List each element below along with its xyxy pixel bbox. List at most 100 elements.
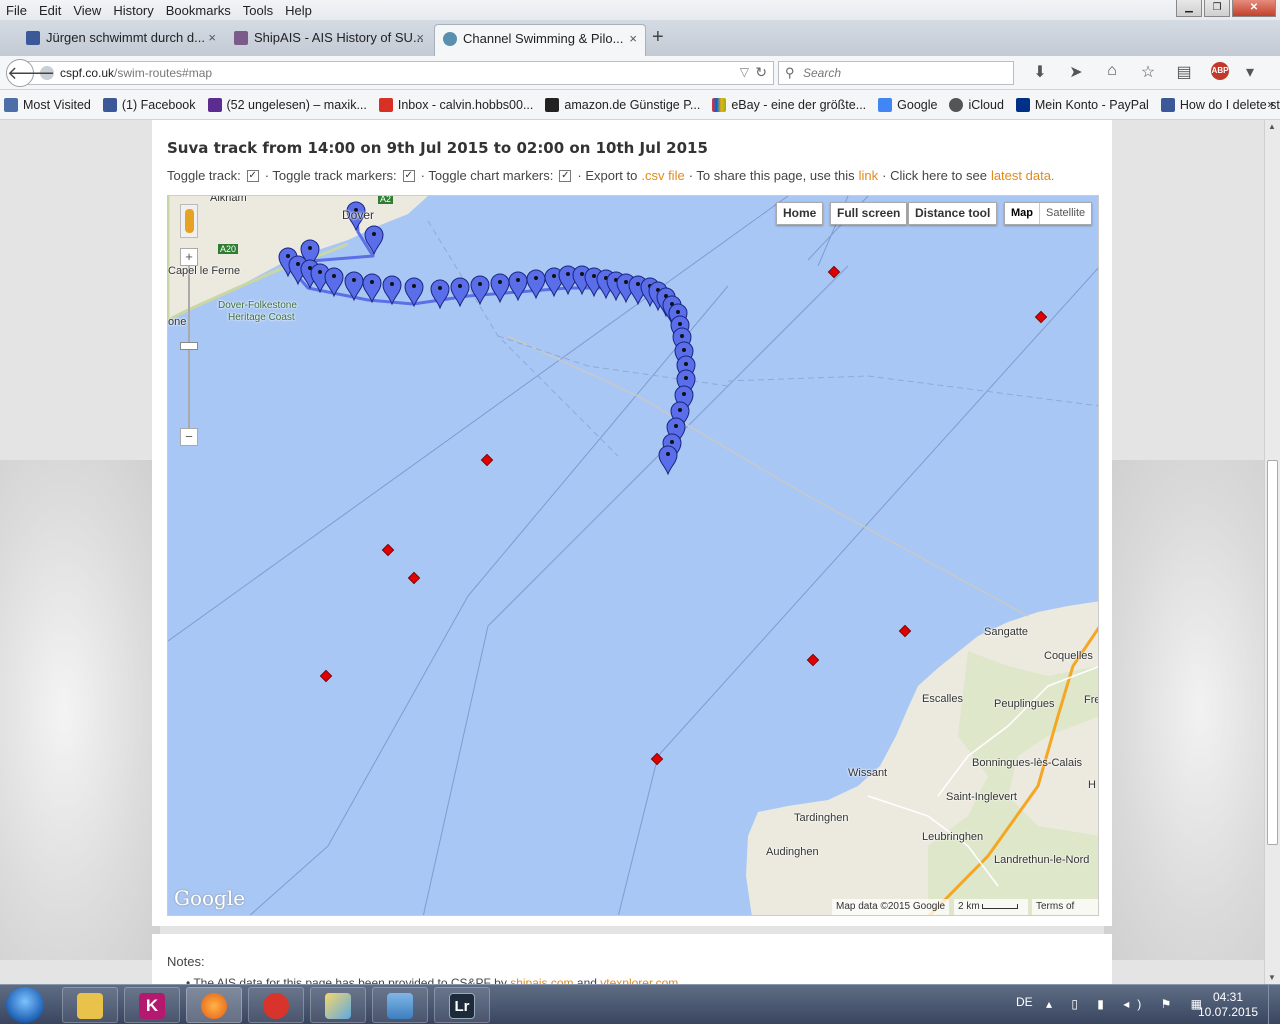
zoom-slider-thumb[interactable] (180, 342, 198, 350)
bookmark-amazon[interactable]: amazon.de Günstige P... (545, 97, 700, 112)
bookmark-most-visited[interactable]: Most Visited (4, 97, 91, 112)
taskbar-clock[interactable]: 04:31 10.07.2015 (1196, 990, 1260, 1020)
map-canvas[interactable]: + − Home Full screen Distance tool Map S… (167, 195, 1099, 916)
adblock-icon[interactable]: ABP (1211, 62, 1229, 80)
map-home-button[interactable]: Home (776, 202, 824, 225)
taskbar-firefox[interactable] (186, 987, 242, 1023)
toggle-track-checkbox[interactable]: ✓ (246, 169, 259, 182)
bookmark-yahoo-mail[interactable]: (52 ungelesen) – maxik... (207, 97, 367, 112)
tab-channel-swimming[interactable]: Channel Swimming & Pilo... × (434, 24, 646, 56)
url-bar[interactable]: cspf.co.uk/swim-routes#map ▽ ↻ (20, 61, 774, 85)
send-icon[interactable]: ➤ (1058, 62, 1094, 82)
place-label: Bonningues-lès-Calais (972, 757, 1083, 769)
reload-icon[interactable]: ↻ (755, 64, 767, 81)
search-input[interactable]: ⚲ Search (778, 61, 1014, 85)
taskbar-lightroom[interactable]: Lr (434, 987, 490, 1023)
tab-shipais[interactable]: ShipAIS - AIS History of SU... × (226, 24, 432, 56)
map-type-satellite[interactable]: Satellite (1040, 203, 1091, 224)
map-fullscreen-button[interactable]: Full screen (830, 202, 908, 225)
bookmark-star-icon[interactable]: ☆ (1130, 62, 1166, 82)
menu-file[interactable]: File (0, 3, 33, 18)
close-window-button[interactable]: ✕ (1232, 0, 1276, 17)
place-label: Leubringhen (922, 831, 984, 843)
track-marker[interactable] (526, 269, 546, 300)
close-tab-icon[interactable]: × (629, 25, 637, 53)
zoom-out-button[interactable]: − (180, 428, 198, 446)
chart-marker[interactable] (407, 571, 421, 585)
vtexplorer-link[interactable]: vtexplorer.com (600, 976, 678, 984)
menu-bookmarks[interactable]: Bookmarks (160, 3, 237, 18)
taskbar-kobo[interactable]: K (124, 987, 180, 1023)
shipais-link[interactable]: shipais.com (510, 976, 573, 984)
maximize-button[interactable]: ❐ (1204, 0, 1230, 17)
track-marker[interactable] (450, 277, 470, 308)
bookmark-paypal[interactable]: Mein Konto - PayPal (1015, 97, 1149, 112)
taskbar-explorer[interactable] (62, 987, 118, 1023)
reading-list-icon[interactable]: ▤ (1166, 62, 1202, 82)
tray-icons[interactable]: ▴ ▯ ▮ ◂) ⚑ ▦ (1046, 997, 1210, 1011)
toolbar-icons: ⬇ ➤ ⌂ ☆ ▤ ABP ▾ ☰ (1022, 62, 1280, 82)
toggle-chart-markers-checkbox[interactable]: ✓ (559, 169, 572, 182)
chart-marker[interactable] (827, 265, 841, 279)
chart-marker[interactable] (650, 752, 664, 766)
new-tab-button[interactable]: + (652, 26, 664, 49)
bookmarks-overflow-icon[interactable]: » (1267, 97, 1274, 111)
bookmark-facebook-help[interactable]: How do I delete stuff f... (1160, 97, 1280, 112)
minimize-button[interactable]: ▁ (1176, 0, 1202, 17)
abp-dropdown-icon[interactable]: ▾ (1238, 62, 1262, 82)
notes-panel: Notes: • The AIS data for this page has … (152, 934, 1112, 984)
bookmark-gmail[interactable]: Inbox - calvin.hobbs00... (378, 97, 533, 112)
back-button[interactable]: 🡐 (6, 59, 55, 87)
bookmark-ebay[interactable]: eBay - eine der größte... (712, 97, 866, 112)
chart-marker[interactable] (898, 624, 912, 638)
language-indicator[interactable]: DE (1016, 995, 1033, 1009)
track-marker[interactable] (470, 275, 490, 306)
close-tab-icon[interactable]: × (416, 24, 424, 52)
menu-edit[interactable]: Edit (33, 3, 67, 18)
menu-view[interactable]: View (67, 3, 107, 18)
url-dropdown-icon[interactable]: ▽ (740, 65, 749, 79)
track-marker[interactable] (382, 275, 402, 306)
menu-hamburger-icon[interactable]: ☰ (1272, 62, 1280, 82)
bookmark-icloud[interactable]: iCloud (949, 97, 1004, 112)
track-marker[interactable] (658, 445, 678, 476)
close-tab-icon[interactable]: × (208, 24, 216, 52)
track-marker[interactable] (430, 279, 450, 310)
home-icon[interactable]: ⌂ (1094, 62, 1130, 82)
taskbar-paint[interactable] (310, 987, 366, 1023)
export-csv-link[interactable]: .csv file (641, 168, 684, 183)
chart-marker[interactable] (1034, 310, 1048, 324)
scroll-up-icon[interactable]: ▲ (1268, 122, 1276, 131)
menu-history[interactable]: History (107, 3, 159, 18)
chart-marker[interactable] (319, 669, 333, 683)
map-type-map[interactable]: Map (1005, 203, 1040, 224)
chart-marker[interactable] (480, 453, 494, 467)
track-marker[interactable] (362, 273, 382, 304)
bookmark-google[interactable]: Google (878, 97, 937, 112)
chart-marker[interactable] (381, 543, 395, 557)
latest-data-link[interactable]: latest data. (991, 168, 1055, 183)
zoom-in-button[interactable]: + (180, 248, 198, 266)
terms-of-use-link[interactable]: Terms of Use (1032, 899, 1098, 915)
download-icon[interactable]: ⬇ (1022, 62, 1058, 82)
cspf-icon (443, 32, 457, 46)
start-button[interactable] (6, 987, 44, 1023)
taskbar-photos[interactable] (372, 987, 428, 1023)
track-marker[interactable] (490, 273, 510, 304)
taskbar-ccleaner[interactable] (248, 987, 304, 1023)
scrollbar-thumb[interactable] (1267, 460, 1278, 845)
zoom-slider-track[interactable] (188, 266, 190, 434)
page-scrollbar[interactable]: ▲ ▼ (1264, 120, 1280, 984)
toggle-track-markers-checkbox[interactable]: ✓ (402, 169, 415, 182)
map-distance-tool-button[interactable]: Distance tool (908, 202, 998, 225)
show-desktop-button[interactable] (1268, 985, 1280, 1024)
menu-tools[interactable]: Tools (237, 3, 279, 18)
tab-facebook[interactable]: Jürgen schwimmt durch d... × (18, 24, 224, 56)
menu-help[interactable]: Help (279, 3, 318, 18)
chart-marker[interactable] (806, 653, 820, 667)
bookmark-facebook[interactable]: (1) Facebook (102, 97, 196, 112)
scroll-down-icon[interactable]: ▼ (1268, 973, 1276, 982)
street-view-pegman-icon[interactable] (180, 204, 198, 238)
track-marker[interactable] (508, 271, 528, 302)
share-link[interactable]: link (859, 168, 879, 183)
